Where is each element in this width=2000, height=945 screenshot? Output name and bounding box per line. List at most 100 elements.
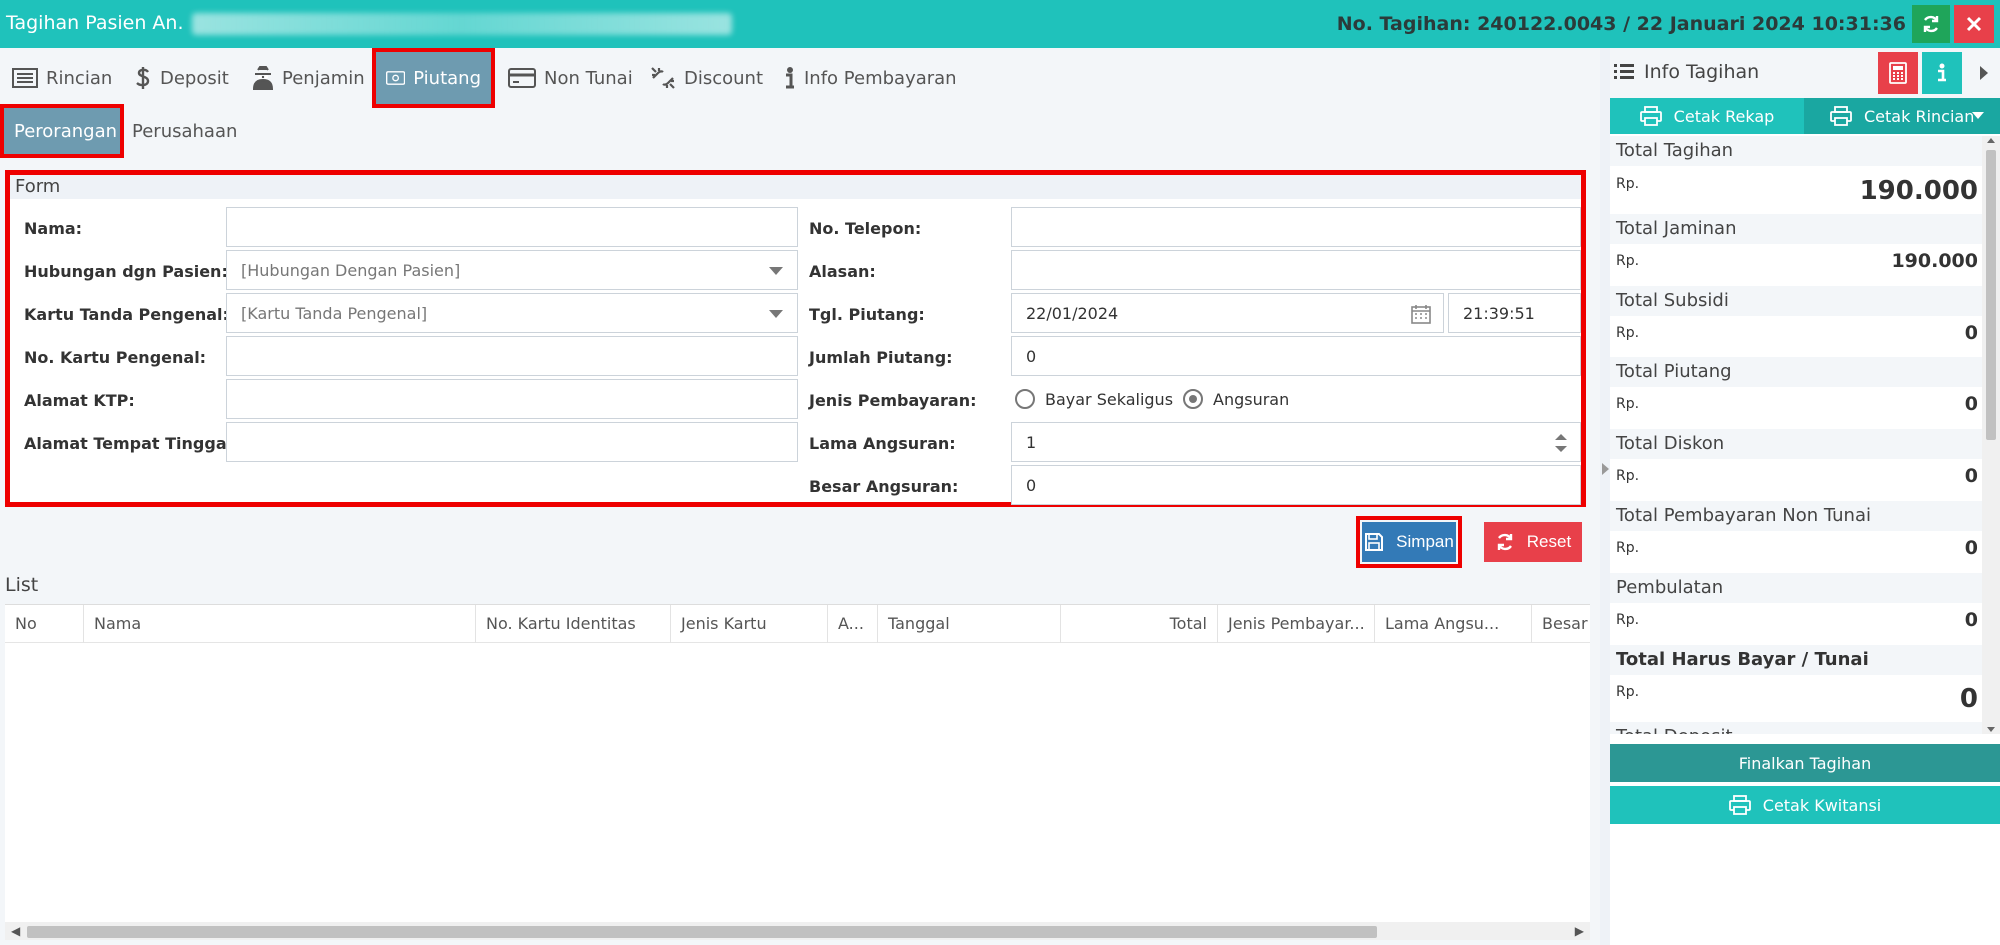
tab-penjamin[interactable]: Penjamin	[242, 52, 375, 104]
refresh-icon	[1923, 15, 1939, 33]
arrow-right-icon[interactable]: ▶	[1575, 924, 1584, 938]
no-kartu-input[interactable]	[226, 336, 798, 376]
chevron-down-icon	[769, 310, 783, 318]
list-icon	[1614, 64, 1634, 79]
cetak-kwitansi-button[interactable]: Cetak Kwitansi	[1610, 786, 2000, 824]
jumlah-piutang-input[interactable]: 0	[1011, 336, 1581, 376]
column-header[interactable]: Total	[1061, 605, 1218, 643]
arrow-up-icon[interactable]	[1987, 138, 1995, 143]
column-header[interactable]: Nama	[84, 605, 476, 643]
subtab-perusahaan[interactable]: Perusahaan	[122, 108, 247, 154]
list-icon	[12, 68, 38, 88]
floppy-disk-icon	[1365, 533, 1384, 551]
column-header[interactable]: Jenis Kartu	[671, 605, 828, 643]
summary-value: 0	[1964, 393, 1978, 415]
nama-input[interactable]	[226, 207, 798, 247]
currency-label: Rp.	[1616, 684, 1640, 700]
besar-angsuran-label: Besar Angsuran:	[809, 477, 959, 496]
tab-deposit[interactable]: Deposit	[124, 52, 239, 104]
lama-angsuran-label: Lama Angsuran:	[809, 434, 956, 453]
cetak-rincian-button[interactable]: Cetak Rincian	[1804, 98, 2000, 134]
printer-icon	[1728, 795, 1751, 815]
scrollbar-thumb[interactable]	[1986, 150, 1996, 440]
besar-angsuran-input[interactable]: 0	[1011, 465, 1581, 505]
info-icon	[786, 67, 794, 89]
kartu-label: Kartu Tanda Pengenal:	[24, 305, 229, 324]
alasan-input[interactable]	[1011, 250, 1581, 290]
dollar-icon	[136, 67, 150, 89]
summary-value: 0	[1964, 322, 1978, 344]
credit-card-icon	[508, 68, 536, 88]
column-header[interactable]: Lama Angsu...	[1375, 605, 1532, 643]
summary-label: Total Deposit	[1610, 722, 1982, 734]
tab-non-tunai[interactable]: Non Tunai	[498, 52, 643, 104]
tab-discount[interactable]: Discount	[640, 52, 773, 104]
tab-piutang[interactable]: Piutang	[372, 48, 495, 108]
panel-title: Info Tagihan	[1644, 61, 1760, 83]
cetak-rekap-button[interactable]: Cetak Rekap	[1610, 98, 1804, 134]
summary-label: Pembulatan	[1610, 573, 1982, 603]
info-button[interactable]	[1922, 52, 1962, 94]
splitter-arrow-icon[interactable]	[1602, 463, 1609, 475]
lama-angsuran-stepper[interactable]: 1	[1011, 422, 1581, 462]
column-header[interactable]: No	[5, 605, 84, 643]
kartu-select[interactable]: [Kartu Tanda Pengenal]	[226, 293, 798, 333]
tgl-piutang-input[interactable]: 22/01/2024	[1011, 293, 1444, 333]
summary-value: 190.000	[1891, 250, 1978, 272]
alamat-tinggal-input[interactable]	[226, 422, 798, 462]
printer-icon	[1830, 106, 1852, 126]
currency-label: Rp.	[1616, 253, 1640, 269]
column-header[interactable]: A...	[828, 605, 878, 643]
summary-value: 0	[1959, 684, 1978, 714]
summary-label: Total Diskon	[1610, 429, 1982, 459]
time-input[interactable]: 21:39:51	[1448, 293, 1581, 333]
info-icon	[1938, 63, 1946, 82]
currency-label: Rp.	[1616, 468, 1640, 484]
radio-circle	[1015, 389, 1035, 409]
radio-angsuran[interactable]: Angsuran	[1183, 389, 1289, 409]
close-button[interactable]	[1954, 5, 1994, 43]
column-header[interactable]: Tanggal	[878, 605, 1061, 643]
summary-label: Total Tagihan	[1610, 136, 1982, 166]
alamat-ktp-input[interactable]	[226, 379, 798, 419]
tgl-piutang-label: Tgl. Piutang:	[809, 305, 925, 324]
scrollbar-thumb[interactable]	[27, 926, 1377, 938]
chain-broken-icon	[651, 67, 675, 89]
radio-bayar-sekaligus[interactable]: Bayar Sekaligus	[1015, 389, 1173, 409]
finalkan-tagihan-button[interactable]: Finalkan Tagihan	[1610, 744, 2000, 782]
calculator-button[interactable]	[1878, 52, 1918, 94]
chevron-down-icon	[769, 267, 783, 275]
chevron-down-icon[interactable]	[1972, 112, 1984, 119]
panel-header: Info Tagihan	[1610, 48, 2000, 98]
piutang-table: No Nama No. Kartu Identitas Jenis Kartu …	[5, 604, 1590, 926]
print-bar: Cetak Rekap Cetak Rincian	[1610, 98, 2000, 134]
tab-rincian[interactable]: Rincian	[2, 52, 122, 104]
summary-value: 0	[1964, 609, 1978, 631]
spinner-icon[interactable]	[1554, 432, 1568, 454]
currency-label: Rp.	[1616, 325, 1640, 341]
list-heading: List	[5, 574, 39, 596]
jumlah-piutang-label: Jumlah Piutang:	[809, 348, 953, 367]
piutang-form: Form Nama: Hubungan dgn Pasien: [Hubunga…	[5, 170, 1586, 507]
tab-bar: Rincian Deposit Penjamin Piutang Non Tun…	[0, 48, 1600, 108]
chevron-right-icon[interactable]	[1980, 66, 1988, 80]
alamat-tinggal-label: Alamat Tempat Tinggal:	[24, 434, 239, 453]
tab-info-pembayaran[interactable]: Info Pembayaran	[774, 52, 967, 104]
column-header[interactable]: No. Kartu Identitas	[476, 605, 671, 643]
arrow-left-icon[interactable]: ◀	[11, 924, 20, 938]
refresh-button[interactable]	[1912, 5, 1950, 43]
column-header[interactable]: Jenis Pembayar...	[1218, 605, 1375, 643]
currency-label: Rp.	[1616, 396, 1640, 412]
vertical-scrollbar[interactable]	[1982, 136, 2000, 734]
column-header[interactable]: Besar A	[1532, 605, 1590, 643]
reset-button[interactable]: Reset	[1484, 522, 1582, 562]
telepon-input[interactable]	[1011, 207, 1581, 247]
horizontal-scrollbar[interactable]: ◀ ▶	[5, 922, 1590, 940]
subtab-perorangan[interactable]: Perorangan	[0, 104, 124, 158]
calendar-icon[interactable]	[1411, 304, 1431, 324]
arrow-down-icon[interactable]	[1987, 727, 1995, 732]
close-icon	[1966, 16, 1982, 32]
hubungan-select[interactable]: [Hubungan Dengan Pasien]	[226, 250, 798, 290]
panel-splitter[interactable]	[1600, 48, 1610, 945]
save-button[interactable]: Simpan	[1356, 516, 1462, 568]
